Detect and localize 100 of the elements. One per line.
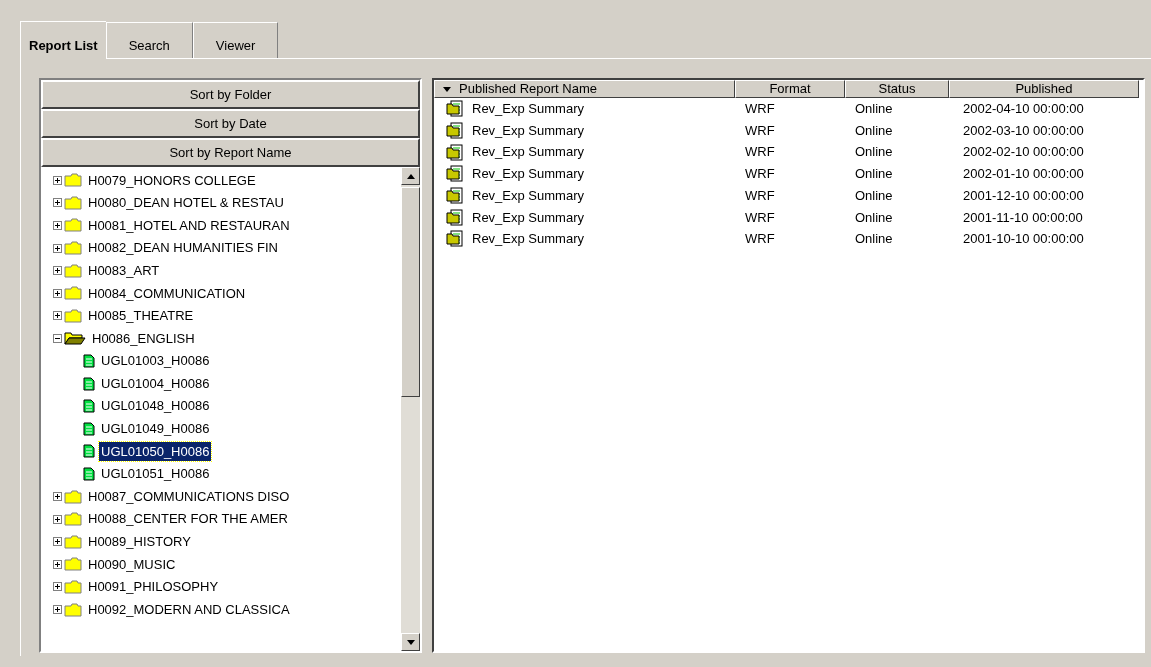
column-header[interactable]: Published Report Name <box>434 80 735 98</box>
document-icon <box>83 467 95 481</box>
expand-icon[interactable] <box>53 582 62 592</box>
down-arrow-icon <box>406 639 415 645</box>
expand-icon[interactable] <box>53 198 62 208</box>
document-icon <box>83 354 95 369</box>
scroll-up-button[interactable] <box>401 167 420 185</box>
sort-button[interactable]: Sort by Report Name <box>41 138 420 167</box>
table-cell: Online <box>855 231 893 247</box>
tree-item[interactable]: H0083_ART <box>86 260 162 281</box>
table-cell: 2002-03-10 00:00:00 <box>963 122 1084 138</box>
table-cell: 2001-10-10 00:00:00 <box>963 231 1084 247</box>
tree-item[interactable]: H0087_COMMUNICATIONS DISO <box>86 486 292 507</box>
tree-item[interactable]: H0089_HISTORY <box>86 532 193 552</box>
expand-icon[interactable] <box>53 175 62 185</box>
folder-icon <box>64 512 82 527</box>
folder-icon <box>64 241 82 256</box>
tree-item[interactable]: H0079_HONORS COLLEGE <box>86 170 258 191</box>
folder-icon <box>64 580 82 594</box>
table-cell[interactable]: Rev_Exp Summary <box>472 142 584 162</box>
folder-icon <box>64 557 82 572</box>
tab[interactable]: Viewer <box>192 22 279 58</box>
folder-icon <box>64 173 82 188</box>
table-cell[interactable]: Rev_Exp Summary <box>472 164 584 184</box>
document-icon <box>83 421 95 436</box>
folder-icon <box>64 218 82 233</box>
table-cell: Online <box>855 166 893 182</box>
table-cell: 2001-11-10 00:00:00 <box>963 209 1083 225</box>
tree-item[interactable]: H0081_HOTEL AND RESTAURAN <box>86 215 292 236</box>
folder-icon <box>64 489 82 504</box>
expand-icon[interactable] <box>53 221 62 230</box>
column-label: Published Report Name <box>459 80 598 99</box>
table-cell: 2002-02-10 00:00:00 <box>963 144 1084 160</box>
table-cell: 2002-01-10 00:00:00 <box>963 166 1084 182</box>
document-icon <box>83 376 95 391</box>
tree-item[interactable]: UGL01049_H0086 <box>99 419 212 439</box>
expand-icon[interactable] <box>53 311 62 321</box>
scrollbar[interactable] <box>401 167 420 651</box>
tab[interactable]: Search <box>105 22 193 58</box>
tree-item[interactable]: UGL01004_H0086 <box>99 373 212 394</box>
expand-icon[interactable] <box>53 492 62 502</box>
tree-item[interactable]: UGL01051_H0086 <box>99 464 212 484</box>
table-cell[interactable]: Rev_Exp Summary <box>472 229 584 249</box>
folder-icon <box>64 286 82 301</box>
expand-icon[interactable] <box>53 266 62 276</box>
tree-item[interactable]: UGL01050_H0086 <box>99 441 212 462</box>
sort-arrow-icon <box>443 86 451 92</box>
table-cell: WRF <box>745 209 775 225</box>
expand-icon[interactable] <box>53 559 62 569</box>
document-icon <box>83 399 95 414</box>
tree-item[interactable]: UGL01003_H0086 <box>99 351 212 371</box>
folder-icon <box>64 308 82 323</box>
tree-item[interactable]: H0082_DEAN HUMANITIES FIN <box>86 238 280 258</box>
column-header[interactable]: Published <box>949 80 1139 98</box>
folder-icon <box>64 263 82 278</box>
tree-item[interactable]: H0092_MODERN AND CLASSICA <box>86 599 292 620</box>
folder-icon <box>64 602 82 617</box>
table-cell[interactable]: Rev_Exp Summary <box>472 120 584 141</box>
table-cell: WRF <box>745 101 775 117</box>
column-label: Format <box>769 80 811 99</box>
tree-item[interactable]: H0088_CENTER FOR THE AMER <box>86 509 290 529</box>
scroll-thumb[interactable] <box>401 187 420 397</box>
table-cell[interactable]: Rev_Exp Summary <box>472 99 584 119</box>
tree-item[interactable]: H0085_THEATRE <box>86 306 196 326</box>
column-header[interactable]: Format <box>735 80 845 98</box>
expand-icon[interactable] <box>53 243 62 253</box>
collapse-icon[interactable] <box>53 333 62 343</box>
table-cell[interactable]: Rev_Exp Summary <box>472 207 584 228</box>
expand-icon[interactable] <box>53 288 62 298</box>
up-arrow-icon <box>406 173 415 179</box>
table-cell[interactable]: Rev_Exp Summary <box>472 185 584 206</box>
folder-icon <box>64 534 82 549</box>
tree-item[interactable]: H0086_ENGLISH <box>90 328 197 349</box>
scroll-down-button[interactable] <box>401 633 420 651</box>
table-cell: Online <box>855 122 893 138</box>
report-icon <box>446 122 464 140</box>
column-label: Status <box>878 80 916 99</box>
table-cell: Online <box>855 144 893 160</box>
column-header[interactable]: Status <box>845 80 949 98</box>
folder-icon <box>64 195 82 210</box>
tree-item[interactable]: H0090_MUSIC <box>86 554 178 575</box>
tree-item[interactable]: H0080_DEAN HOTEL & RESTAU <box>86 193 286 213</box>
table-cell: 2002-04-10 00:00:00 <box>963 101 1084 117</box>
tab[interactable]: Report List <box>20 21 106 59</box>
table-cell: WRF <box>745 122 775 138</box>
sort-button[interactable]: Sort by Folder <box>41 80 420 109</box>
report-icon <box>446 187 464 205</box>
expand-icon[interactable] <box>53 537 62 547</box>
sort-button[interactable]: Sort by Date <box>41 109 420 138</box>
table-cell: WRF <box>745 166 775 182</box>
expand-icon[interactable] <box>53 514 62 524</box>
tree-item[interactable]: H0091_PHILOSOPHY <box>86 577 221 597</box>
tree-item[interactable]: H0084_COMMUNICATION <box>86 283 248 303</box>
tree-item[interactable]: UGL01048_H0086 <box>99 396 212 416</box>
table-cell: WRF <box>745 187 775 203</box>
report-icon <box>446 208 464 226</box>
table-cell: Online <box>855 209 893 225</box>
expand-icon[interactable] <box>53 605 62 615</box>
table-cell: Online <box>855 187 893 203</box>
table-cell: Online <box>855 101 893 117</box>
